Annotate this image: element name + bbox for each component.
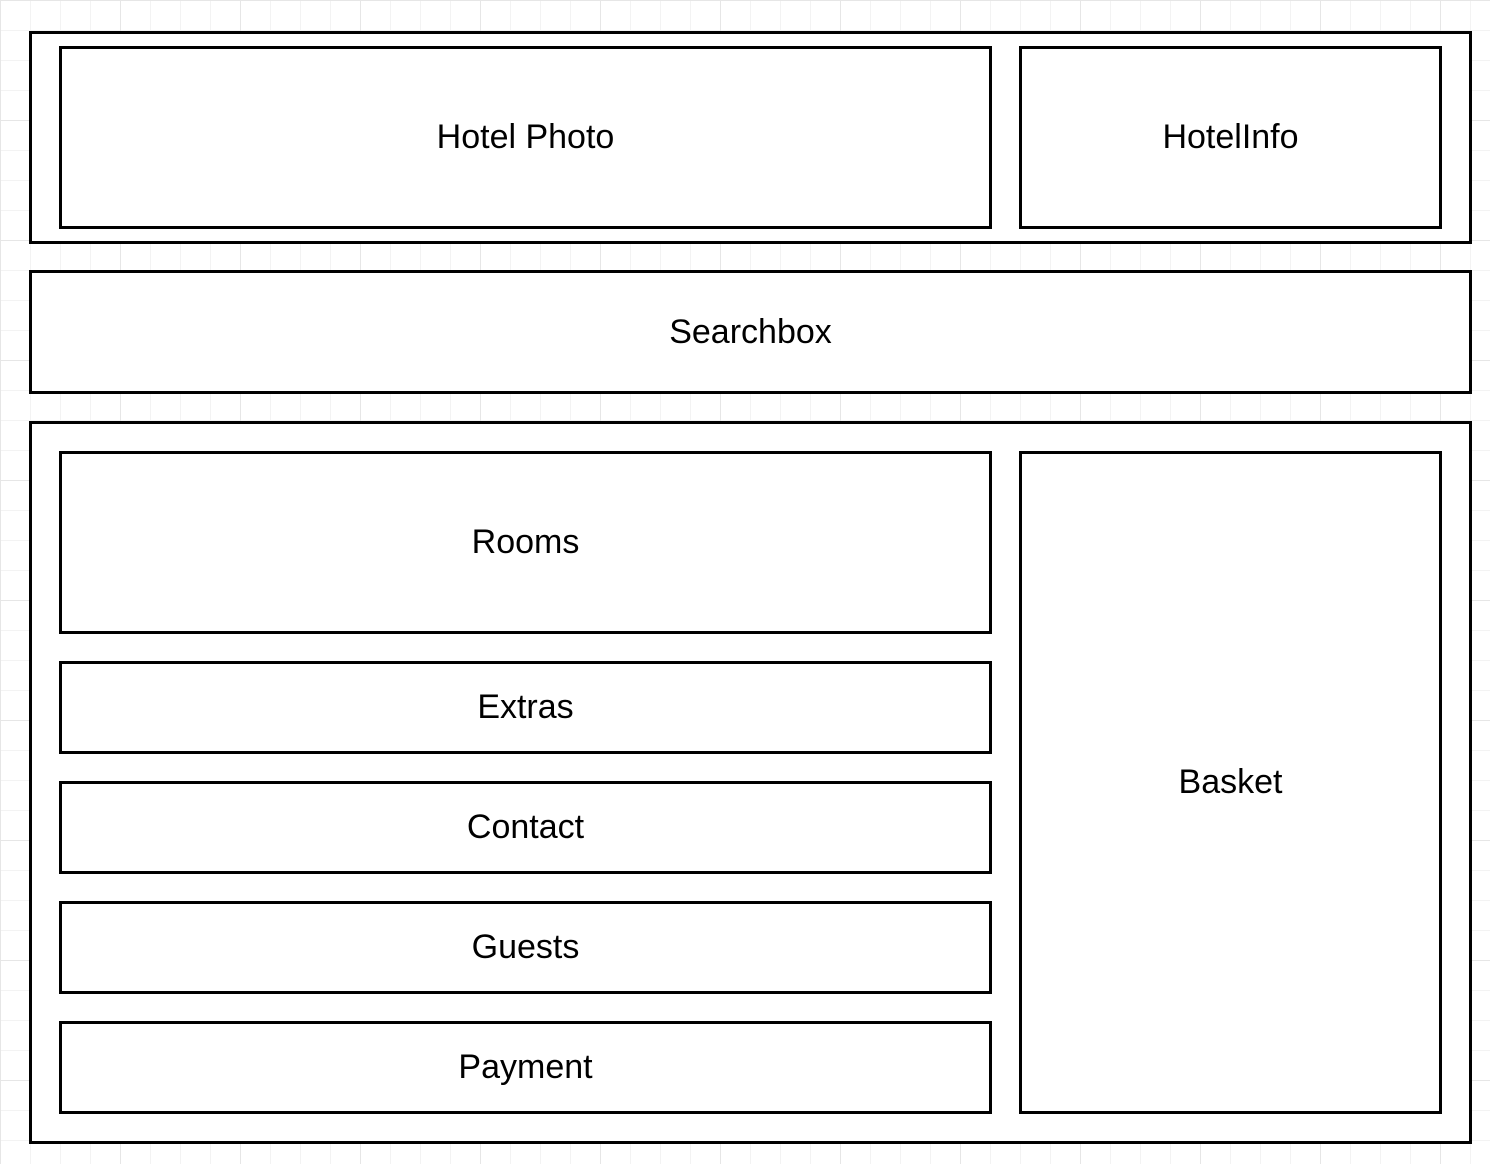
basket-label: Basket	[1178, 763, 1283, 801]
rooms-label: Rooms	[471, 523, 580, 561]
basket-box: Basket	[1019, 451, 1442, 1114]
guests-label: Guests	[471, 928, 580, 966]
hotel-info-box: HotelInfo	[1019, 46, 1442, 229]
contact-box: Contact	[59, 781, 992, 874]
hotel-photo-label: Hotel Photo	[436, 118, 615, 156]
hotel-info-label: HotelInfo	[1162, 118, 1299, 156]
extras-label: Extras	[477, 688, 574, 726]
guests-box: Guests	[59, 901, 992, 994]
searchbox: Searchbox	[29, 270, 1472, 394]
searchbox-label: Searchbox	[669, 312, 832, 351]
payment-label: Payment	[458, 1048, 593, 1086]
rooms-box: Rooms	[59, 451, 992, 634]
contact-label: Contact	[466, 808, 585, 846]
hotel-photo-box: Hotel Photo	[59, 46, 992, 229]
extras-box: Extras	[59, 661, 992, 754]
payment-box: Payment	[59, 1021, 992, 1114]
